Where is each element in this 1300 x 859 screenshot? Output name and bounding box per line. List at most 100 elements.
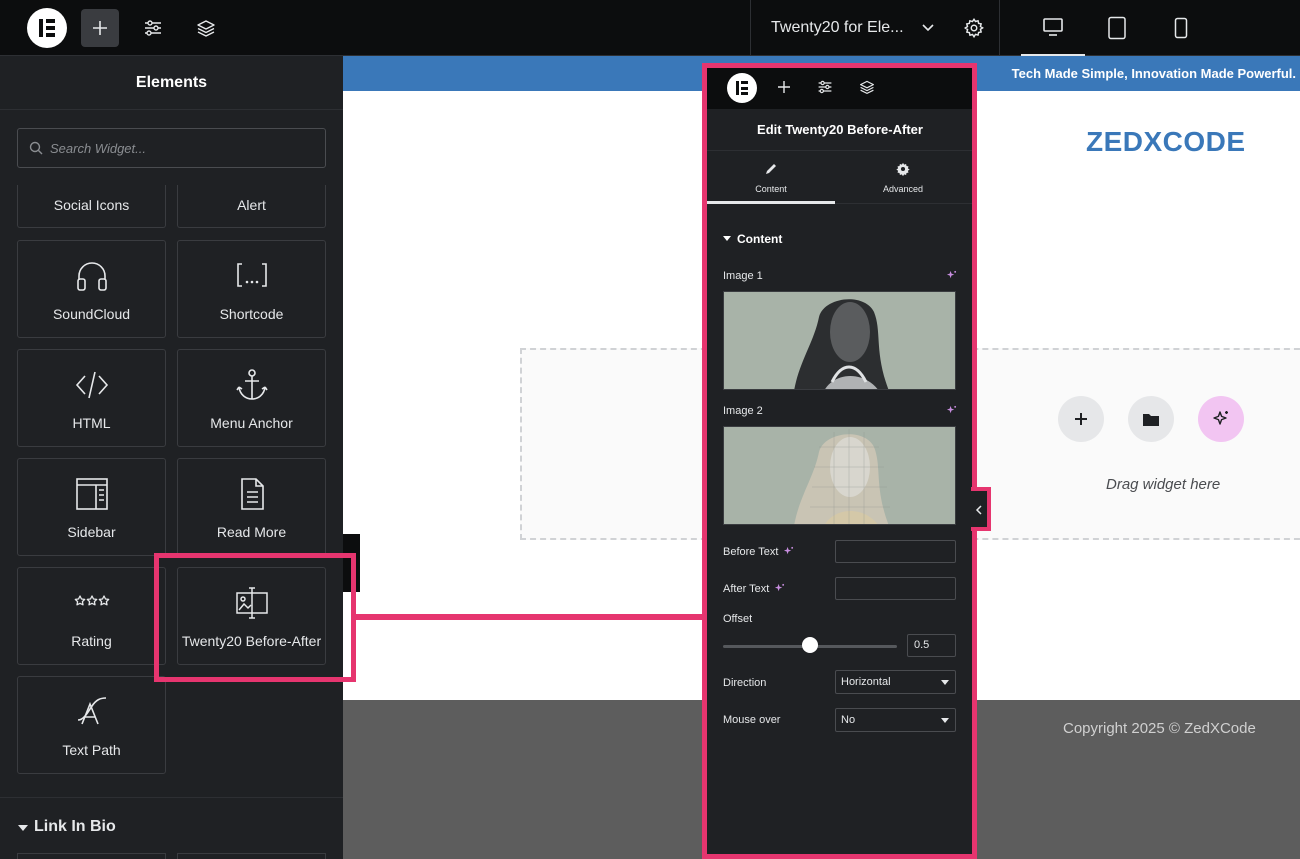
device-tablet-button[interactable]: [1085, 0, 1149, 56]
ai-button[interactable]: [1198, 396, 1244, 442]
image1-preview[interactable]: [723, 291, 956, 390]
elementor-logo-icon[interactable]: [727, 73, 757, 103]
stars-icon: [74, 595, 109, 606]
site-settings-button[interactable]: [134, 9, 172, 47]
image1-label: Image 1: [723, 270, 763, 282]
structure-button[interactable]: [187, 9, 225, 47]
chevron-left-icon: [975, 505, 982, 515]
widget-twenty20-before-after[interactable]: Twenty20 Before-After: [177, 567, 326, 665]
text-path-icon: [77, 697, 106, 725]
tablet-icon: [1108, 16, 1126, 40]
before-text-input[interactable]: [835, 540, 956, 563]
direction-select[interactable]: Horizontal: [835, 670, 956, 694]
before-text-label: Before Text: [723, 546, 779, 558]
search-icon: [29, 141, 43, 155]
site-logo-text[interactable]: ZEDXCODE: [1086, 126, 1246, 158]
device-mobile-button[interactable]: [1149, 0, 1213, 56]
layers-icon[interactable]: [859, 79, 875, 95]
ai-sparkle-icon[interactable]: [783, 546, 794, 557]
offset-slider-handle[interactable]: [802, 637, 818, 653]
before-after-icon: [235, 587, 268, 619]
widget-label: Twenty20 Before-After: [181, 633, 322, 649]
code-icon: [75, 371, 108, 399]
elementor-logo-icon[interactable]: [27, 8, 67, 48]
plus-icon: [93, 21, 107, 35]
panel-header-title: Edit Twenty20 Before-After: [707, 109, 973, 151]
content-section-toggle[interactable]: Content: [723, 232, 782, 246]
search-box[interactable]: [17, 128, 326, 168]
tab-label: Advanced: [882, 184, 924, 194]
widget-label: Social Icons: [53, 197, 130, 213]
after-text-input[interactable]: [835, 577, 956, 600]
widget-shortcode[interactable]: Shortcode: [177, 240, 326, 338]
copyright-text: Copyright 2025 © ZedXCode: [1063, 720, 1256, 737]
search-input[interactable]: [50, 129, 320, 167]
widget-sidebar[interactable]: Sidebar: [17, 458, 166, 556]
panel-edge-notch: [343, 534, 360, 592]
sidebar-icon: [75, 478, 108, 510]
widget-soundcloud[interactable]: SoundCloud: [17, 240, 166, 338]
offset-label: Offset: [723, 613, 753, 625]
widget-label: Menu Anchor: [210, 415, 293, 431]
image2-preview[interactable]: [723, 426, 956, 525]
plus-icon: [1075, 413, 1087, 425]
widget-label: Shortcode: [219, 306, 284, 322]
document-title: Twenty20 for Ele...: [771, 19, 904, 36]
panel-collapse-toggle[interactable]: [971, 487, 991, 531]
gear-icon[interactable]: [963, 17, 985, 39]
widget-label: HTML: [72, 415, 111, 431]
section-link-in-bio[interactable]: Link In Bio: [0, 797, 343, 859]
mouse-over-label: Mouse over: [723, 714, 781, 726]
widget-alert[interactable]: Alert: [177, 185, 326, 228]
statue-dark-image: [724, 292, 955, 389]
dropdown-arrow-icon: [941, 680, 949, 685]
add-element-button[interactable]: [81, 9, 119, 47]
widget-label: Alert: [237, 197, 266, 213]
document-icon: [240, 478, 264, 510]
top-bar: Twenty20 for Ele...: [0, 0, 1300, 56]
widget-label: SoundCloud: [52, 306, 131, 322]
sliders-icon[interactable]: [817, 79, 833, 95]
statue-wireframe-image: [724, 427, 955, 524]
folder-icon: [1143, 414, 1159, 426]
widget-label: Text Path: [62, 742, 121, 758]
sparkle-icon: [1213, 411, 1228, 425]
widget-tile-partial[interactable]: [17, 853, 166, 859]
layers-icon: [197, 20, 215, 37]
ai-sparkle-icon[interactable]: [946, 405, 957, 416]
panel-tabs: Content Advanced: [707, 152, 973, 204]
highlight-connector-line: [351, 614, 707, 620]
shortcode-icon: [236, 263, 267, 287]
add-template-button[interactable]: [1128, 396, 1174, 442]
widget-menu-anchor[interactable]: Menu Anchor: [177, 349, 326, 447]
widget-label: Read More: [216, 524, 287, 540]
document-title-dropdown[interactable]: Twenty20 for Ele...: [750, 0, 1000, 56]
tab-content[interactable]: Content: [707, 152, 835, 204]
anchor-icon: [235, 369, 268, 400]
ai-sparkle-icon[interactable]: [946, 270, 957, 281]
plus-icon[interactable]: [777, 79, 791, 95]
chevron-down-icon: [922, 24, 934, 32]
section-title: Link In Bio: [34, 818, 116, 835]
widget-text-path[interactable]: Text Path: [17, 676, 166, 774]
pencil-icon: [766, 164, 776, 174]
panel-top-bar: [707, 67, 973, 109]
mouse-over-select[interactable]: No: [835, 708, 956, 732]
widget-tile-partial[interactable]: [177, 853, 326, 859]
widget-label: Sidebar: [67, 524, 116, 540]
widget-read-more[interactable]: Read More: [177, 458, 326, 556]
widget-rating[interactable]: Rating: [17, 567, 166, 665]
widget-html[interactable]: HTML: [17, 349, 166, 447]
edit-widget-panel: Edit Twenty20 Before-After Content Advan…: [707, 67, 973, 859]
offset-number-input[interactable]: 0.5: [907, 634, 956, 657]
panel-title: Elements: [0, 56, 343, 110]
mouse-over-value: No: [841, 714, 856, 726]
elements-panel: Elements Social Icons Alert SoundCloud S…: [0, 56, 343, 859]
device-desktop-button[interactable]: [1021, 0, 1085, 56]
tagline: Tech Made Simple, Innovation Made Powerf…: [1011, 66, 1296, 81]
tab-advanced[interactable]: Advanced: [839, 152, 967, 204]
widget-social-icons[interactable]: Social Icons: [17, 185, 166, 228]
add-section-button[interactable]: [1058, 396, 1104, 442]
sliders-icon: [145, 20, 161, 36]
ai-sparkle-icon[interactable]: [774, 583, 785, 594]
